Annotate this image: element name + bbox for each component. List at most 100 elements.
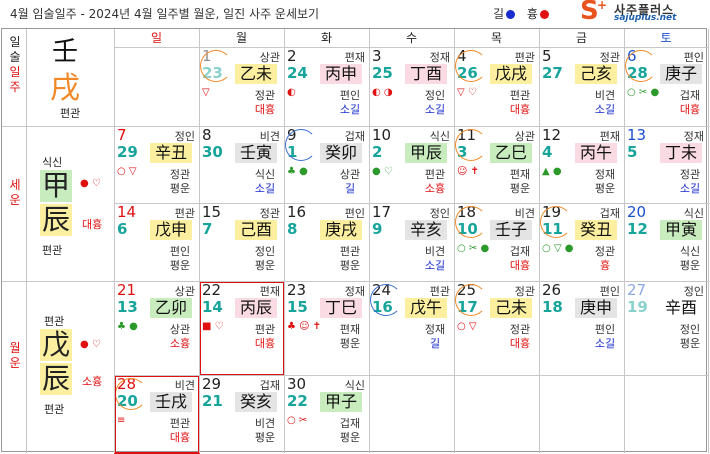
side-label-char: 일 [9, 65, 21, 79]
stem-god-label: 정재 [683, 130, 704, 143]
weekday-header: 금 [575, 31, 588, 45]
day-ganji: 壬子 [490, 220, 532, 240]
seun-stem: 甲 [40, 169, 72, 202]
highlight-circle-icon [455, 50, 487, 82]
day-ganji: 丁未 [660, 143, 702, 163]
stem-god-label: 편관 [514, 51, 535, 64]
day-ganji: 乙未 [235, 64, 277, 84]
highlight-circle-icon [625, 50, 657, 82]
day-cell[interactable]: 17 9 정인 辛亥 비견 소길 [369, 203, 454, 281]
solar-day-number: 17 [372, 203, 392, 221]
day-ganji: 癸亥 [235, 392, 277, 412]
lunar-day-number: 12 [627, 220, 648, 238]
grid-line [369, 29, 370, 453]
day-ganji: 丙午 [575, 143, 617, 163]
day-status-icons: ▽ ♡ [457, 87, 477, 98]
selected-day-box [114, 375, 200, 454]
day-cell[interactable]: 27 19 정인 辛酉 정인 평운 [624, 281, 708, 375]
stem-god-label: 상관 [174, 285, 195, 298]
day-fortune: 소흉 [169, 337, 191, 350]
day-cell[interactable]: 26 18 편인 庚申 편인 소길 [539, 281, 624, 375]
day-fortune: 흉 [599, 259, 611, 272]
grid-line [199, 29, 200, 453]
stem-god-label: 편관 [429, 285, 450, 298]
day-cell[interactable]: 7 29 정인 辛丑 정관 평운 ○ ▽ [114, 126, 199, 203]
day-cell[interactable]: 5 27 정관 己亥 비견 소길 [539, 47, 624, 126]
lunar-day-number: 6 [117, 220, 128, 238]
day-cell[interactable]: 23 15 정재 丁巳 편재 평운 ♣ ☺ ✝ [284, 281, 369, 375]
ilju-block: 일 술 일 주 壬 戌 편관 [2, 29, 114, 126]
day-ganji: 戊申 [150, 220, 192, 240]
day-ganji: 壬寅 [235, 143, 277, 163]
day-ganji: 庚申 [575, 298, 617, 318]
day-fortune: 평운 [339, 259, 361, 272]
solar-day-number: 21 [117, 281, 137, 299]
day-cell[interactable]: 16 8 편인 庚戌 편관 평운 [284, 203, 369, 281]
stem-god-label: 겁재 [344, 130, 365, 143]
day-fortune: 소길 [339, 103, 361, 116]
lunar-day-number: 30 [202, 143, 223, 161]
highlight-circle-icon [370, 284, 402, 316]
stem-god-label: 편관 [174, 207, 195, 220]
day-cell[interactable]: 12 4 편재 丙午 정재 평운 ▲ ● [539, 126, 624, 203]
lunar-day-number: 8 [287, 220, 298, 238]
sajuplus-logo[interactable]: S + 사주플러스 sajuplus.net [580, 0, 708, 26]
stem-god-label: 편인 [599, 285, 620, 298]
side-label-char: 월 [9, 341, 21, 355]
day-cell[interactable]: 10 2 식신 甲辰 편관 소흉 ● ♡ [369, 126, 454, 203]
seun-branch: 辰 [40, 203, 72, 236]
stem-god-label: 정재 [344, 285, 365, 298]
day-cell[interactable]: 3 25 정재 丁酉 정인 소길 ◐ ◑ [369, 47, 454, 126]
divider [26, 29, 27, 126]
side-label-char: 일 [9, 35, 21, 49]
highlight-circle-icon [200, 50, 232, 82]
good-dot-icon [506, 10, 516, 19]
day-fortune: 대흉 [509, 337, 531, 350]
day-cell[interactable]: 30 22 식신 甲子 겁재 평운 ○ ✂ [284, 375, 369, 453]
lunar-day-number: 27 [542, 64, 563, 82]
day-ganji: 戊戌 [490, 64, 532, 84]
day-ganji: 戊午 [405, 298, 447, 318]
day-fortune: 소길 [424, 103, 446, 116]
solar-day-number: 14 [117, 203, 137, 221]
day-ganji: 辛丑 [150, 143, 192, 163]
day-cell[interactable]: 15 7 정관 己酉 정인 평운 [199, 203, 284, 281]
solar-day-number: 16 [287, 203, 307, 221]
seun-stem-god: 식신 [42, 156, 63, 169]
day-ganji: 甲寅 [660, 220, 702, 240]
day-cell[interactable]: 8 30 비견 壬寅 식신 소길 [199, 126, 284, 203]
weekday-header: 월 [235, 31, 248, 45]
day-ganji: 己亥 [575, 64, 617, 84]
lunar-day-number: 2 [372, 143, 383, 161]
day-cell[interactable]: 14 6 편관 戊申 편인 평운 [114, 203, 199, 281]
side-label-char: 술 [9, 50, 21, 64]
day-cell[interactable]: 13 5 정재 丁未 정관 소길 [624, 126, 708, 203]
solar-day-number: 29 [202, 375, 222, 393]
solar-day-number: 30 [287, 375, 307, 393]
solar-day-number: 13 [627, 126, 647, 144]
day-ganji: 庚戌 [320, 220, 362, 240]
day-fortune: 대흉 [509, 103, 531, 116]
day-cell[interactable]: 20 12 식신 甲寅 식신 평운 [624, 203, 708, 281]
day-cell[interactable]: 29 21 겁재 癸亥 비견 평운 [199, 375, 284, 453]
stem-god-label: 편인 [683, 51, 704, 64]
day-fortune: 대흉 [254, 103, 276, 116]
grid-line [114, 375, 708, 376]
bad-dot-icon [539, 10, 549, 19]
solar-day-number: 2 [287, 47, 297, 65]
lunar-day-number: 7 [202, 220, 213, 238]
highlight-circle-icon [540, 206, 572, 238]
day-fortune: 소길 [594, 103, 616, 116]
solar-day-number: 5 [542, 47, 552, 65]
stem-god-label: 겁재 [599, 207, 620, 220]
solar-day-number: 15 [202, 203, 222, 221]
wolun-branch-god: 편관 [44, 403, 65, 416]
stem-god-label: 편재 [344, 51, 365, 64]
stem-god-label: 비견 [259, 130, 280, 143]
lunar-day-number: 24 [287, 64, 308, 82]
weekday-header: 수 [405, 31, 418, 45]
stem-god-label: 겁재 [259, 379, 280, 392]
lunar-day-number: 18 [542, 298, 563, 316]
day-cell[interactable]: 21 13 상관 乙卯 상관 소흉 ♣ ● [114, 281, 199, 375]
day-cell[interactable]: 2 24 편재 丙申 편인 소길 ◐ [284, 47, 369, 126]
